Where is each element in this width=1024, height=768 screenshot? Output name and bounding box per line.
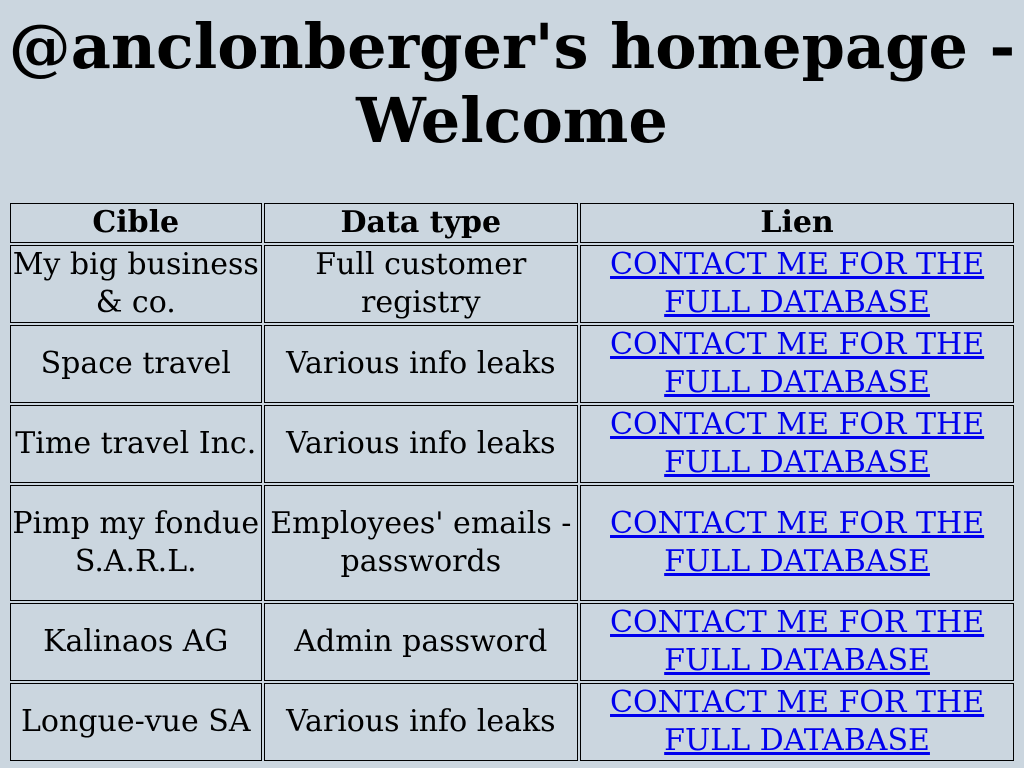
cell-lien: CONTACT ME FOR THE FULL DATABASE [580, 245, 1014, 323]
cell-lien: CONTACT ME FOR THE FULL DATABASE [580, 485, 1014, 601]
contact-link[interactable]: CONTACT ME FOR THE FULL DATABASE [610, 506, 984, 579]
table-row: My big business & co. Full customer regi… [10, 245, 1014, 323]
cell-cible: Space travel [10, 325, 262, 403]
page: @anclonberger's homepage - Welcome Cible… [0, 0, 1024, 768]
table-row: Longue-vue SA Various info leaks CONTACT… [10, 683, 1014, 761]
cell-data-type: Full customer registry [263, 245, 579, 323]
cell-data-type: Various info leaks [263, 325, 579, 403]
table-row: Kalinaos AG Admin password CONTACT ME FO… [10, 603, 1014, 681]
cell-cible: Kalinaos AG [10, 603, 262, 681]
cell-lien: CONTACT ME FOR THE FULL DATABASE [580, 683, 1014, 761]
contact-link[interactable]: CONTACT ME FOR THE FULL DATABASE [610, 407, 984, 480]
contact-link[interactable]: CONTACT ME FOR THE FULL DATABASE [610, 605, 984, 678]
cell-cible: Pimp my fondue S.A.R.L. [10, 485, 262, 601]
cell-cible: Time travel Inc. [10, 405, 262, 483]
contact-link[interactable]: CONTACT ME FOR THE FULL DATABASE [610, 327, 984, 400]
contact-link[interactable]: CONTACT ME FOR THE FULL DATABASE [610, 685, 984, 758]
table-row: Time travel Inc. Various info leaks CONT… [10, 405, 1014, 483]
table-header-row: Cible Data type Lien [10, 203, 1014, 243]
header-data-type: Data type [263, 203, 579, 243]
cell-lien: CONTACT ME FOR THE FULL DATABASE [580, 325, 1014, 403]
cell-data-type: Various info leaks [263, 405, 579, 483]
header-cible: Cible [10, 203, 262, 243]
cell-lien: CONTACT ME FOR THE FULL DATABASE [580, 405, 1014, 483]
contact-link[interactable]: CONTACT ME FOR THE FULL DATABASE [610, 247, 984, 320]
cell-cible: Longue-vue SA [10, 683, 262, 761]
table-row: Pimp my fondue S.A.R.L. Employees' email… [10, 485, 1014, 601]
cell-data-type: Various info leaks [263, 683, 579, 761]
cell-cible: My big business & co. [10, 245, 262, 323]
header-lien: Lien [580, 203, 1014, 243]
cell-data-type: Employees' emails - passwords [263, 485, 579, 601]
cell-lien: CONTACT ME FOR THE FULL DATABASE [580, 603, 1014, 681]
page-title: @anclonberger's homepage - Welcome [8, 10, 1016, 157]
table-row: Space travel Various info leaks CONTACT … [10, 325, 1014, 403]
leaks-table: Cible Data type Lien My big business & c… [8, 201, 1016, 763]
cell-data-type: Admin password [263, 603, 579, 681]
